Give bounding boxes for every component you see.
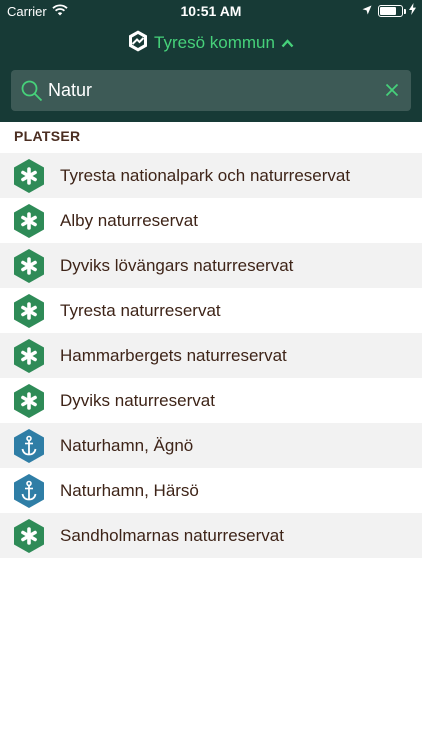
status-bar: Carrier 10:51 AM bbox=[0, 0, 422, 22]
place-label: Sandholmarnas naturreservat bbox=[60, 525, 284, 545]
search-input[interactable] bbox=[48, 70, 368, 111]
clear-search-icon[interactable] bbox=[385, 83, 399, 102]
battery-level bbox=[380, 6, 396, 15]
place-label: Naturhamn, Ägnö bbox=[60, 435, 194, 455]
nature-reserve-icon bbox=[12, 158, 46, 194]
list-item[interactable]: Naturhamn, Ägnö bbox=[0, 423, 422, 468]
nature-reserve-icon bbox=[12, 248, 46, 284]
place-label: Hammarbergets naturreservat bbox=[60, 345, 287, 365]
list-item[interactable]: Sandholmarnas naturreservat bbox=[0, 513, 422, 558]
list-item[interactable]: Alby naturreservat bbox=[0, 198, 422, 243]
search-icon bbox=[21, 80, 43, 107]
anchor-icon bbox=[12, 473, 46, 509]
list-item[interactable]: Naturhamn, Härsö bbox=[0, 468, 422, 513]
list-item[interactable]: Dyviks lövängars naturreservat bbox=[0, 243, 422, 288]
section-title: PLATSER bbox=[14, 128, 81, 144]
nature-reserve-icon bbox=[12, 293, 46, 329]
municipality-selector[interactable]: Tyresö kommun bbox=[0, 30, 422, 56]
place-label: Naturhamn, Härsö bbox=[60, 480, 199, 500]
place-label: Dyviks naturreservat bbox=[60, 390, 215, 410]
status-time: 10:51 AM bbox=[180, 3, 242, 19]
search-bar bbox=[11, 70, 411, 111]
place-label: Alby naturreservat bbox=[60, 210, 198, 230]
list-item[interactable]: Tyresta naturreservat bbox=[0, 288, 422, 333]
location-arrow-icon bbox=[362, 3, 372, 18]
municipality-name: Tyresö kommun bbox=[154, 33, 275, 52]
charging-bolt-icon bbox=[409, 3, 416, 18]
place-label: Tyresta nationalpark och naturreservat bbox=[60, 165, 351, 185]
list-item[interactable]: Tyresta nationalpark och naturreservat bbox=[0, 153, 422, 198]
app-header: Carrier 10:51 AM Tyresö kommun Natur bbox=[0, 0, 422, 122]
nature-reserve-icon bbox=[12, 383, 46, 419]
place-label: Tyresta naturreservat bbox=[60, 300, 221, 320]
battery-icon bbox=[378, 4, 406, 17]
list-item[interactable]: Hammarbergets naturreservat bbox=[0, 333, 422, 378]
place-label: Dyviks lövängars naturreservat bbox=[60, 255, 294, 275]
places-list: Tyresta nationalpark och naturreservat A… bbox=[0, 153, 422, 558]
chevron-up-icon bbox=[281, 33, 294, 53]
nature-reserve-icon bbox=[12, 203, 46, 239]
anchor-icon bbox=[12, 428, 46, 464]
municipality-logo-icon bbox=[128, 30, 148, 57]
nature-reserve-icon bbox=[12, 518, 46, 554]
list-item[interactable]: Dyviks naturreservat bbox=[0, 378, 422, 423]
nature-reserve-icon bbox=[12, 338, 46, 374]
